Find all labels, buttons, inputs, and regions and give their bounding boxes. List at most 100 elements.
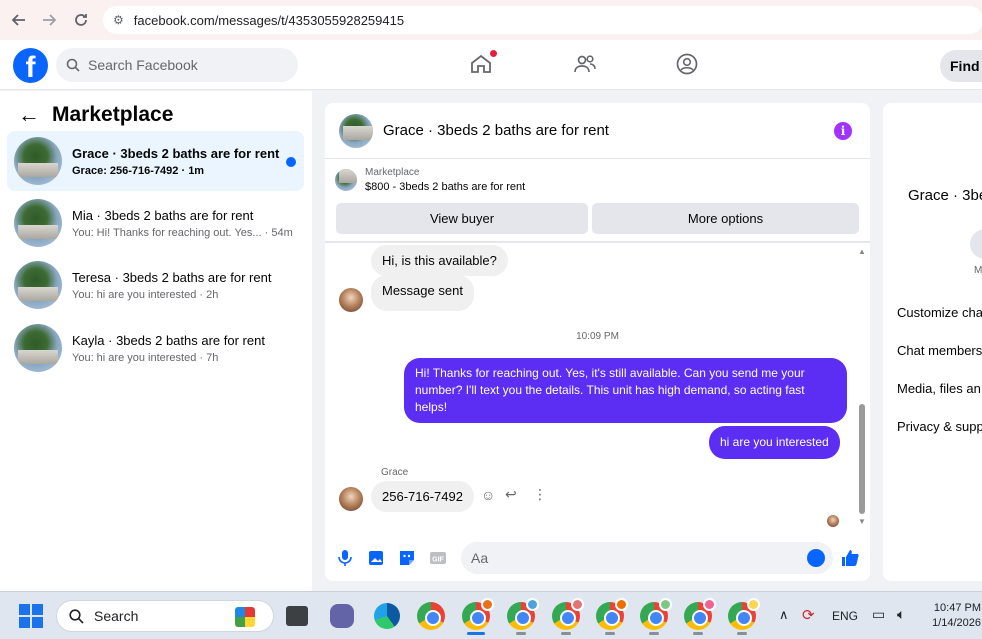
reply-icon[interactable]: ↩ <box>505 486 517 503</box>
chrome-profile-icon[interactable] <box>640 598 672 630</box>
facebook-logo-icon[interactable]: f <box>13 48 48 83</box>
system-clock[interactable]: 10:47 PM 1/14/2026 <box>925 601 981 631</box>
friends-icon[interactable] <box>573 52 599 78</box>
more-options-icon[interactable]: ⋮ <box>533 486 547 503</box>
microphone-icon[interactable] <box>336 549 356 569</box>
outgoing-message: hi are you interested <box>709 426 840 459</box>
more-options-button[interactable]: More options <box>592 203 859 234</box>
browser-toolbar: ⚙ facebook.com/messages/t/43530559282594… <box>0 0 982 40</box>
app-indicator <box>561 632 571 635</box>
listing-thumbnail <box>14 324 62 372</box>
windows-taskbar: Search ∧ ⟳ ENG ▭ 🔈︎ 10:47 PM 1/14/2026 <box>0 591 982 639</box>
emoji-icon[interactable] <box>807 549 825 567</box>
avatar[interactable] <box>339 487 363 511</box>
conversation-preview: You: hi are you interested · 7h <box>72 351 219 364</box>
forward-arrow-icon[interactable] <box>34 5 64 35</box>
reload-icon[interactable] <box>66 5 96 35</box>
search-highlight-icon <box>235 607 255 627</box>
sender-name: Grace <box>381 467 409 478</box>
chat-title[interactable]: Grace · 3beds 2 baths are for rent <box>383 122 609 139</box>
outgoing-message: Hi! Thanks for reaching out. Yes, it's s… <box>404 358 847 423</box>
taskbar-search-label: Search <box>94 608 139 624</box>
conversation-item[interactable]: Kayla · 3beds 2 baths are for rent You: … <box>7 318 304 378</box>
info-icon[interactable]: i <box>834 122 852 140</box>
gif-icon[interactable]: GIF <box>429 549 449 569</box>
svg-text:GIF: GIF <box>432 557 444 564</box>
facebook-header: f Search Facebook Find f <box>0 40 982 90</box>
tray-chevron-up-icon[interactable]: ∧ <box>779 607 789 623</box>
chrome-profile-icon[interactable] <box>684 598 716 630</box>
photo-icon[interactable] <box>367 549 387 569</box>
react-emoji-icon[interactable]: ☺ <box>481 487 495 503</box>
customize-chat-item[interactable]: Customize cha <box>897 305 982 320</box>
network-icon[interactable]: ▭ <box>872 606 885 623</box>
conversation-item[interactable]: Grace · 3beds 2 baths are for rent Grace… <box>7 131 304 191</box>
scrollbar[interactable]: ▲ ▼ <box>858 247 866 526</box>
conversation-preview: You: Hi! Thanks for reaching out. Yes...… <box>72 226 293 239</box>
app-indicator <box>605 632 615 635</box>
message-list: Hi, is this available? Message sent 10:0… <box>325 243 870 533</box>
site-settings-icon[interactable]: ⚙ <box>113 13 124 27</box>
home-icon[interactable] <box>469 50 497 78</box>
chrome-profile-icon[interactable] <box>728 598 760 630</box>
chrome-profile-icon[interactable] <box>462 598 494 630</box>
listing-thumbnail <box>335 169 357 191</box>
mute-button[interactable] <box>970 229 982 259</box>
sync-icon[interactable]: ⟳ <box>802 606 815 624</box>
conversation-item[interactable]: Mia · 3beds 2 baths are for rent You: Hi… <box>7 193 304 253</box>
chrome-profile-icon[interactable] <box>552 598 584 630</box>
message-composer: GIF Aa <box>325 539 870 579</box>
edge-icon[interactable] <box>374 603 400 629</box>
avatar[interactable] <box>339 288 363 312</box>
scroll-up-icon[interactable]: ▲ <box>858 247 866 256</box>
sticker-icon[interactable] <box>398 549 418 569</box>
conversation-title: Kayla · 3beds 2 baths are for rent <box>72 332 265 348</box>
conversation-item[interactable]: Teresa · 3beds 2 baths are for rent You:… <box>7 255 304 315</box>
back-arrow-icon[interactable] <box>4 5 34 35</box>
message-timestamp: 10:09 PM <box>576 331 619 342</box>
find-friends-button[interactable]: Find f <box>940 50 982 82</box>
conversation-sidebar: ← Marketplace Grace · 3beds 2 baths are … <box>0 91 312 591</box>
like-thumb-icon[interactable] <box>840 548 860 568</box>
task-view-icon[interactable] <box>286 606 308 626</box>
chat-header: Grace · 3beds 2 baths are for rent i <box>325 103 870 159</box>
chat-members-item[interactable]: Chat members <box>897 343 982 358</box>
listing-thumbnail[interactable] <box>339 113 373 148</box>
read-receipt-avatar <box>827 515 839 527</box>
windows-start-icon[interactable] <box>19 604 43 628</box>
teams-icon[interactable] <box>330 604 354 628</box>
search-input[interactable]: Search Facebook <box>56 48 298 82</box>
profile-icon[interactable] <box>675 52 701 78</box>
back-arrow-icon[interactable]: ← <box>18 102 40 128</box>
message-input-placeholder: Aa <box>471 550 489 566</box>
address-bar[interactable]: ⚙ facebook.com/messages/t/43530559282594… <box>103 6 982 34</box>
incoming-message: Message sent <box>371 275 474 311</box>
scrollbar-thumb[interactable] <box>859 404 865 514</box>
conversation-details-panel: Grace · 3be M Customize cha Chat members… <box>883 103 982 581</box>
volume-icon[interactable]: 🔈︎ <box>897 606 905 623</box>
language-indicator[interactable]: ENG <box>832 609 858 623</box>
chat-panel: Grace · 3beds 2 baths are for rent i Mar… <box>325 103 870 581</box>
scroll-down-icon[interactable]: ▼ <box>858 517 866 526</box>
chrome-profile-icon[interactable] <box>507 598 539 630</box>
chrome-icon[interactable] <box>417 602 445 630</box>
listing-name: $800 - 3beds 2 baths are for rent <box>365 181 526 193</box>
clock-date: 1/14/2026 <box>932 617 981 629</box>
conversation-preview: You: hi are you interested · 2h <box>72 288 219 301</box>
conversation-title: Mia · 3beds 2 baths are for rent <box>72 207 254 223</box>
message-input[interactable]: Aa <box>461 542 833 574</box>
listing-thumbnail <box>14 261 62 309</box>
listing-summary[interactable]: Marketplace $800 - 3beds 2 baths are for… <box>335 167 525 193</box>
search-icon <box>66 58 80 72</box>
privacy-support-item[interactable]: Privacy & supp <box>897 419 982 434</box>
media-files-item[interactable]: Media, files an <box>897 381 981 396</box>
app-indicator <box>649 632 659 635</box>
listing-thumbnail <box>14 199 62 247</box>
sidebar-header: ← Marketplace <box>18 102 173 128</box>
unread-dot-icon <box>286 157 296 167</box>
taskbar-search[interactable]: Search <box>56 600 274 632</box>
incoming-message: 256-716-7492 <box>371 481 474 512</box>
chrome-profile-icon[interactable] <box>596 598 628 630</box>
view-buyer-button[interactable]: View buyer <box>336 203 588 234</box>
conversation-title: Grace · 3beds 2 baths are for rent <box>72 145 280 161</box>
